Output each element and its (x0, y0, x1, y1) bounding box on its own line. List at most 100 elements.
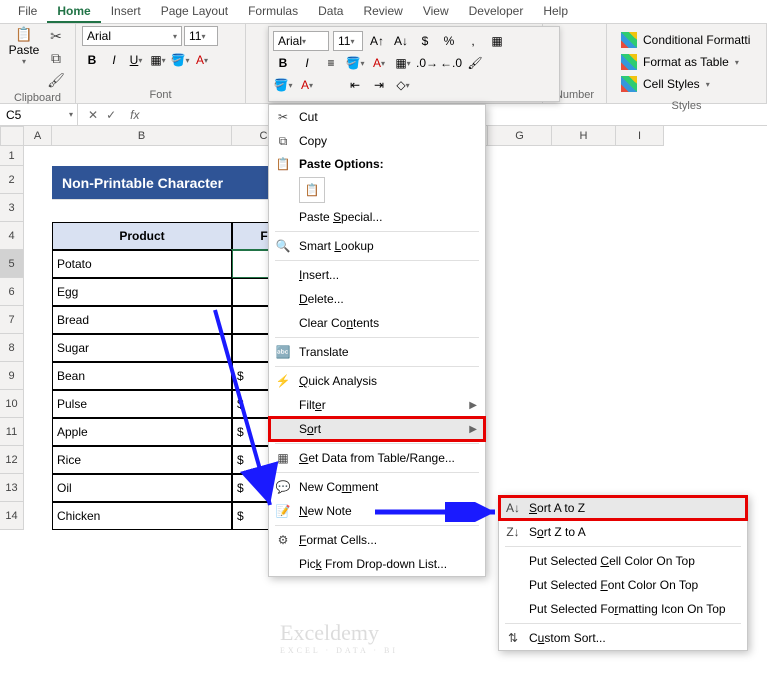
tab-formulas[interactable]: Formulas (238, 0, 308, 23)
cut-button[interactable]: ✂ (46, 26, 66, 46)
sort-cell-color[interactable]: Put Selected Cell Color On Top (499, 549, 747, 573)
cancel-formula-button[interactable]: ✕ (88, 108, 98, 122)
product-cell-10[interactable]: Pulse (52, 390, 232, 418)
mini-size-combo[interactable]: 11▾ (333, 31, 363, 51)
mini-format-painter[interactable]: 🖌 (465, 53, 485, 73)
product-cell-5[interactable]: Potato (52, 250, 232, 278)
ctx-smart-lookup[interactable]: 🔍Smart Lookup (269, 234, 485, 258)
ctx-cut[interactable]: ✂Cut (269, 105, 485, 129)
row-header-7[interactable]: 7 (0, 306, 24, 334)
row-header-12[interactable]: 12 (0, 446, 24, 474)
ctx-filter[interactable]: Filter▶ (269, 393, 485, 417)
tab-review[interactable]: Review (353, 0, 412, 23)
ctx-paste-special[interactable]: Paste Special... (269, 205, 485, 229)
sort-custom[interactable]: ⇅Custom Sort... (499, 626, 747, 650)
row-header-11[interactable]: 11 (0, 418, 24, 446)
col-header-A[interactable]: A (24, 126, 52, 146)
sort-font-color[interactable]: Put Selected Font Color On Top (499, 573, 747, 597)
header-product[interactable]: Product (52, 222, 232, 250)
product-cell-6[interactable]: Egg (52, 278, 232, 306)
mini-font-color-2[interactable]: A▾ (297, 75, 317, 95)
product-cell-14[interactable]: Chicken (52, 502, 232, 530)
mini-italic[interactable]: I (297, 53, 317, 73)
row-header-13[interactable]: 13 (0, 474, 24, 502)
row-header-3[interactable]: 3 (0, 194, 24, 222)
row-header-8[interactable]: 8 (0, 334, 24, 362)
col-header-G[interactable]: G (488, 126, 552, 146)
font-color-button[interactable]: A▾ (192, 50, 212, 70)
mini-fill-color-2[interactable]: 🪣▾ (273, 75, 293, 95)
sort-formatting-icon[interactable]: Put Selected Formatting Icon On Top (499, 597, 747, 621)
mini-clear[interactable]: ◇▾ (393, 75, 413, 95)
font-size-combo[interactable]: 11▾ (184, 26, 218, 46)
borders-button[interactable]: ▦▾ (148, 50, 168, 70)
ctx-quick-analysis[interactable]: ⚡Quick Analysis (269, 369, 485, 393)
ctx-translate[interactable]: 🔤Translate (269, 340, 485, 364)
row-header-10[interactable]: 10 (0, 390, 24, 418)
ctx-get-data[interactable]: ▦Get Data from Table/Range... (269, 446, 485, 470)
sort-z-to-a[interactable]: Z↓Sort Z to A (499, 520, 747, 544)
row-header-5[interactable]: 5 (0, 250, 24, 278)
ctx-sort[interactable]: Sort▶ (269, 417, 485, 441)
italic-button[interactable]: I (104, 50, 124, 70)
ctx-insert[interactable]: Insert... (269, 263, 485, 287)
name-box[interactable]: C5▾ (0, 104, 78, 125)
product-cell-13[interactable]: Oil (52, 474, 232, 502)
mini-font-color[interactable]: A▾ (369, 53, 389, 73)
mini-dec-decimal[interactable]: ←.0 (441, 53, 461, 73)
mini-indent[interactable]: ⇥ (369, 75, 389, 95)
ctx-delete[interactable]: Delete... (269, 287, 485, 311)
mini-comma[interactable]: , (463, 31, 483, 51)
mini-borders[interactable]: ▦▾ (393, 53, 413, 73)
tab-data[interactable]: Data (308, 0, 353, 23)
mini-shrink-font[interactable]: A↓ (391, 31, 411, 51)
row-header-6[interactable]: 6 (0, 278, 24, 306)
ctx-format-cells[interactable]: ⚙Format Cells... (269, 528, 485, 552)
tab-home[interactable]: Home (47, 0, 100, 23)
mini-inc-decimal[interactable]: .0→ (417, 53, 437, 73)
product-cell-12[interactable]: Rice (52, 446, 232, 474)
tab-view[interactable]: View (413, 0, 459, 23)
product-cell-7[interactable]: Bread (52, 306, 232, 334)
col-header-I[interactable]: I (616, 126, 664, 146)
mini-font-combo[interactable]: Arial▾ (273, 31, 329, 51)
format-as-table-button[interactable]: Format as Table▾ (621, 52, 752, 72)
ctx-copy[interactable]: ⧉Copy (269, 129, 485, 153)
mini-fill-color[interactable]: 🪣▾ (345, 53, 365, 73)
tab-file[interactable]: File (8, 0, 47, 23)
row-header-14[interactable]: 14 (0, 502, 24, 530)
mini-bold[interactable]: B (273, 53, 293, 73)
product-cell-8[interactable]: Sugar (52, 334, 232, 362)
ctx-new-comment[interactable]: 💬New Comment (269, 475, 485, 499)
mini-outdent[interactable]: ⇤ (345, 75, 365, 95)
fill-color-button[interactable]: 🪣▾ (170, 50, 190, 70)
ctx-pick-dropdown[interactable]: Pick From Drop-down List... (269, 552, 485, 576)
fx-label[interactable]: fx (130, 108, 139, 122)
mini-align[interactable]: ≡ (321, 53, 341, 73)
row-header-2[interactable]: 2 (0, 166, 24, 194)
product-cell-11[interactable]: Apple (52, 418, 232, 446)
cell-styles-button[interactable]: Cell Styles▾ (621, 74, 752, 94)
mini-percent[interactable]: % (439, 31, 459, 51)
font-name-combo[interactable]: Arial▾ (82, 26, 182, 46)
col-header-B[interactable]: B (52, 126, 232, 146)
row-header-4[interactable]: 4 (0, 222, 24, 250)
paste-button[interactable]: 📋 Paste ▾ (6, 26, 42, 66)
ctx-clear-contents[interactable]: Clear Contents (269, 311, 485, 335)
copy-button[interactable]: ⧉ (46, 48, 66, 68)
product-cell-9[interactable]: Bean (52, 362, 232, 390)
paste-option-default[interactable]: 📋 (299, 177, 325, 203)
mini-merge[interactable]: ▦ (487, 31, 507, 51)
underline-button[interactable]: U▾ (126, 50, 146, 70)
tab-help[interactable]: Help (533, 0, 578, 23)
tab-page-layout[interactable]: Page Layout (151, 0, 238, 23)
bold-button[interactable]: B (82, 50, 102, 70)
format-painter-button[interactable]: 🖌 (46, 70, 66, 90)
row-header-9[interactable]: 9 (0, 362, 24, 390)
conditional-formatting-button[interactable]: Conditional Formatti (621, 30, 752, 50)
row-header-1[interactable]: 1 (0, 146, 24, 166)
tab-developer[interactable]: Developer (459, 0, 534, 23)
col-header-H[interactable]: H (552, 126, 616, 146)
sort-a-to-z[interactable]: A↓Sort A to Z (499, 496, 747, 520)
select-all-corner[interactable] (0, 126, 24, 146)
